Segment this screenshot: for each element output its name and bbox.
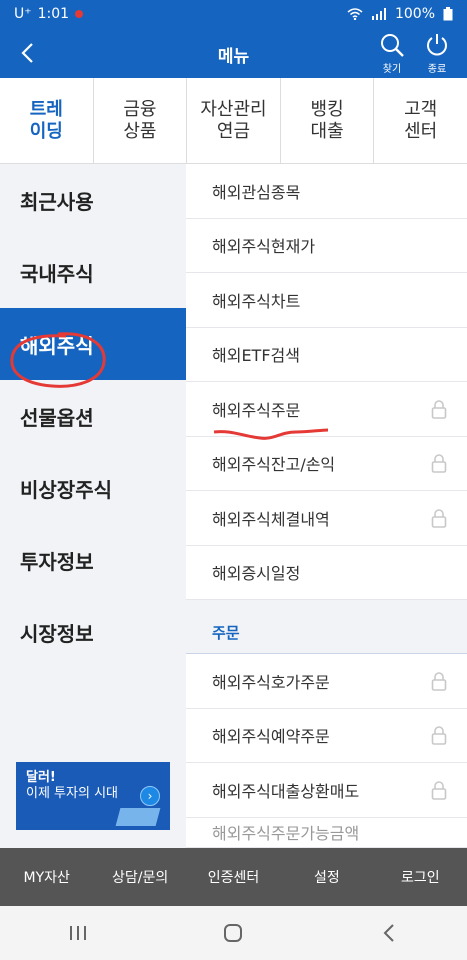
bottom-consult[interactable]: 상담/문의 (93, 848, 186, 906)
list-item[interactable]: 해외관심종목 (186, 164, 467, 219)
clock: 1:01 (37, 6, 70, 22)
sidebar-item-domestic-stock[interactable]: 국내주식 (0, 236, 186, 308)
submenu-list: 해외관심종목 해외주식현재가 해외주식차트 해외ETF검색 해외주식주문 해외주… (186, 164, 467, 848)
tab-customer-center[interactable]: 고객 센터 (374, 78, 467, 163)
lock-icon (431, 780, 447, 800)
list-item[interactable]: 해외주식예약주문 (186, 709, 467, 763)
section-header: 주문 (186, 600, 467, 654)
battery-percent: 100% (394, 6, 435, 22)
list-item-label: 해외주식잔고/손익 (212, 455, 336, 475)
lock-icon (431, 399, 447, 419)
category-tabs: 트레 이딩 금융 상품 자산관리 연금 뱅킹 대출 고객 센터 (0, 78, 467, 164)
bottom-bar: MY자산 상담/문의 인증센터 설정 로그인 (0, 848, 467, 906)
lock-icon (431, 726, 447, 746)
sidebar-item-recent[interactable]: 최근사용 (0, 164, 186, 236)
list-item-label: 해외주식차트 (212, 291, 301, 311)
sidebar-item-market-info[interactable]: 시장정보 (0, 596, 186, 668)
tab-banking-loan[interactable]: 뱅킹 대출 (281, 78, 375, 163)
bottom-certification[interactable]: 인증센터 (187, 848, 280, 906)
battery-icon (443, 7, 453, 21)
list-item[interactable]: 해외주식주문가능금액 (186, 818, 467, 848)
home-icon (224, 924, 243, 942)
sidebar-item-unlisted-stock[interactable]: 비상장주식 (0, 452, 186, 524)
carrier-label: U⁺ (14, 6, 32, 22)
app-bar: 메뉴 찾기 종료 (0, 28, 467, 78)
promo-banner[interactable]: 달러! 이제 투자의 시대 › (16, 762, 170, 830)
lock-icon (431, 454, 447, 474)
sidebar: 최근사용 국내주식 해외주식 선물옵션 비상장주식 투자정보 시장정보 달러! … (0, 164, 186, 848)
search-icon (381, 34, 404, 57)
list-item[interactable]: 해외주식체결내역 (186, 491, 467, 546)
tab-asset-pension[interactable]: 자산관리 연금 (187, 78, 281, 163)
home-button[interactable] (203, 913, 263, 953)
list-item-label: 해외주식주문가능금액 (212, 824, 360, 843)
sidebar-item-overseas-stock[interactable]: 해외주식 (0, 308, 186, 380)
sidebar-item-futures-options[interactable]: 선물옵션 (0, 380, 186, 452)
list-item-label: 해외주식체결내역 (212, 509, 330, 529)
recent-apps-icon (69, 926, 86, 940)
wifi-icon (347, 8, 363, 20)
chevron-left-icon (383, 924, 394, 942)
recent-apps-button[interactable] (48, 913, 108, 953)
system-nav-bar (0, 906, 467, 960)
list-item-label: 해외주식현재가 (212, 237, 316, 257)
back-nav-button[interactable] (359, 913, 419, 953)
list-item[interactable]: 해외주식호가주문 (186, 654, 467, 709)
list-item[interactable]: 해외주식현재가 (186, 219, 467, 273)
recording-indicator-icon (75, 10, 84, 18)
list-item[interactable]: 해외주식주문 (186, 382, 467, 437)
list-item[interactable]: 해외주식잔고/손익 (186, 437, 467, 491)
tab-trading[interactable]: 트레 이딩 (0, 78, 94, 163)
signal-icon (371, 8, 386, 20)
list-item[interactable]: 해외주식대출상환매도 (186, 763, 467, 818)
lock-icon (431, 508, 447, 528)
list-item[interactable]: 해외주식차트 (186, 273, 467, 328)
bottom-my-assets[interactable]: MY자산 (0, 848, 93, 906)
list-item[interactable]: 해외증시일정 (186, 546, 467, 600)
exit-button[interactable]: 종료 (417, 32, 457, 75)
card-graphic (115, 808, 161, 826)
list-item-label: 해외증시일정 (212, 564, 301, 584)
list-item-label: 해외주식대출상환매도 (212, 781, 360, 801)
status-bar: U⁺ 1:01 100% (0, 0, 467, 28)
bottom-settings[interactable]: 설정 (280, 848, 373, 906)
list-item[interactable]: 해외ETF검색 (186, 328, 467, 382)
list-item-label: 해외ETF검색 (212, 346, 300, 366)
sidebar-item-investment-info[interactable]: 투자정보 (0, 524, 186, 596)
list-item-label: 해외관심종목 (212, 182, 301, 202)
lock-icon (431, 671, 447, 691)
list-item-label: 해외주식주문 (212, 400, 301, 420)
list-item-label: 해외주식호가주문 (212, 672, 330, 692)
power-icon (427, 34, 447, 56)
chevron-right-icon: › (140, 786, 160, 806)
list-item-label: 해외주식예약주문 (212, 727, 330, 747)
banner-headline: 달러! (26, 770, 56, 785)
bottom-login[interactable]: 로그인 (374, 848, 467, 906)
search-button[interactable]: 찾기 (372, 32, 412, 75)
tab-financial-products[interactable]: 금융 상품 (94, 78, 188, 163)
search-label: 찾기 (382, 64, 402, 75)
exit-label: 종료 (427, 64, 447, 75)
